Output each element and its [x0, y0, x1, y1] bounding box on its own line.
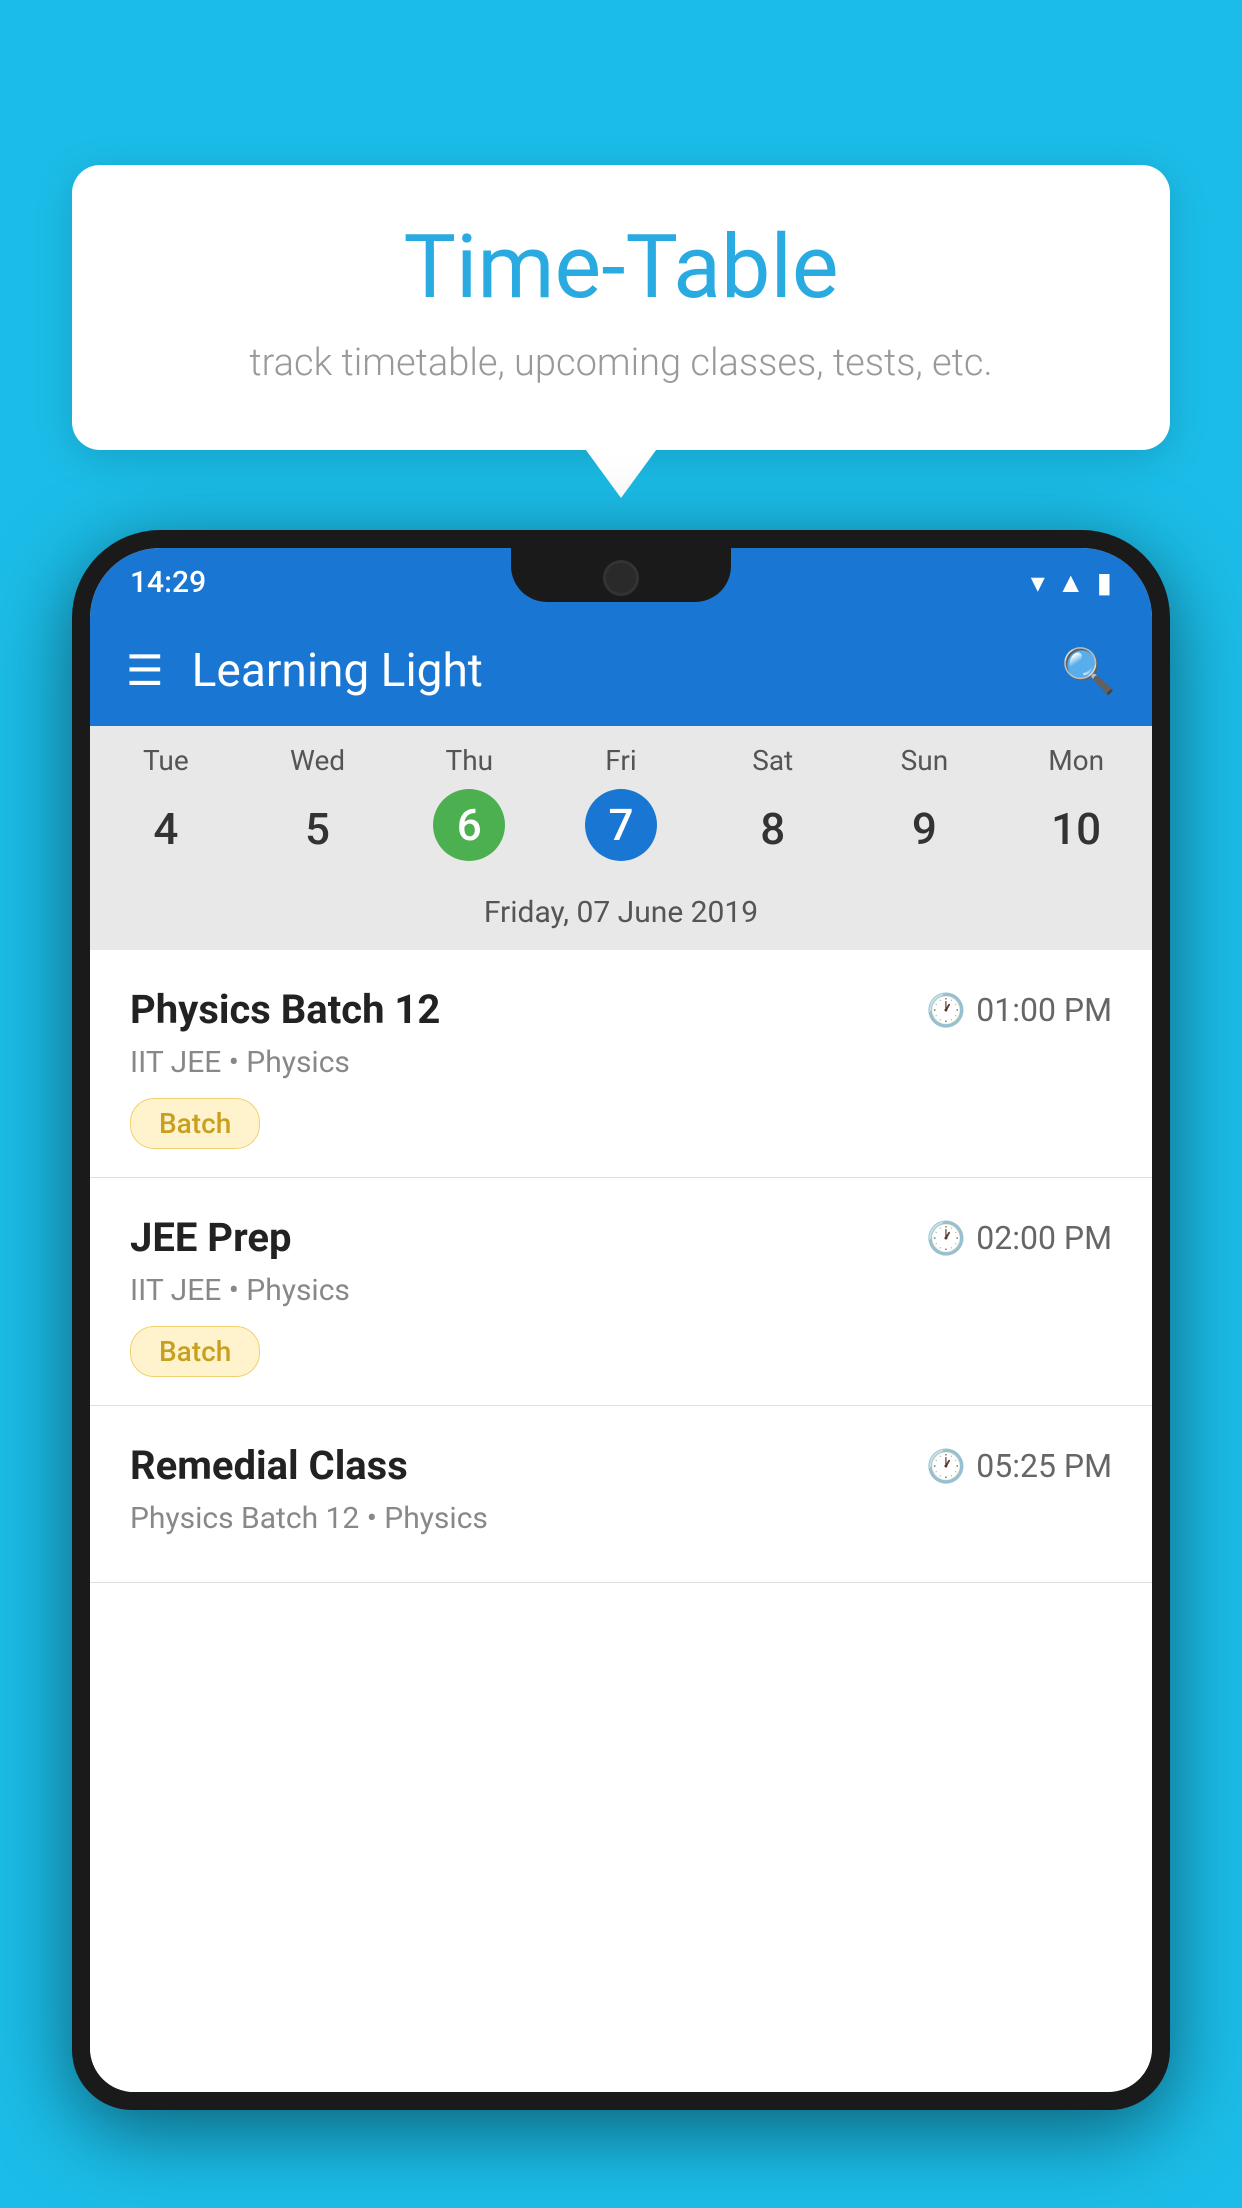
day-header-wed: Wed	[242, 744, 394, 777]
day-num-7[interactable]: 7	[585, 789, 657, 861]
app-bar: ☰ Learning Light 🔍	[90, 616, 1152, 726]
schedule-name-3: Remedial Class	[130, 1442, 408, 1489]
signal-icon: ▲	[1057, 566, 1085, 599]
schedule-time-1: 🕐 01:00 PM	[926, 991, 1112, 1029]
batch-badge-2: Batch	[130, 1326, 260, 1377]
day-header-mon: Mon	[1000, 744, 1152, 777]
tooltip-card: Time-Table track timetable, upcoming cla…	[72, 165, 1170, 450]
calendar-strip: Tue Wed Thu Fri Sat Sun Mon 4 5 6 7 8 9 …	[90, 726, 1152, 950]
clock-icon-2: 🕐	[926, 1219, 966, 1257]
schedule-name-1: Physics Batch 12	[130, 986, 440, 1033]
card-title: Time-Table	[132, 220, 1110, 317]
day-headers: Tue Wed Thu Fri Sat Sun Mon	[90, 726, 1152, 785]
schedule-item-top-1: Physics Batch 12 🕐 01:00 PM	[130, 986, 1112, 1033]
day-num-9[interactable]: 9	[849, 789, 1001, 869]
day-num-8[interactable]: 8	[697, 789, 849, 869]
schedule-item-top-2: JEE Prep 🕐 02:00 PM	[130, 1214, 1112, 1261]
status-time: 14:29	[130, 565, 206, 600]
hamburger-icon[interactable]: ☰	[126, 646, 164, 696]
battery-icon: ▮	[1097, 566, 1112, 599]
schedule-name-2: JEE Prep	[130, 1214, 291, 1261]
day-num-5[interactable]: 5	[242, 789, 394, 869]
clock-icon-1: 🕐	[926, 991, 966, 1029]
day-num-6[interactable]: 6	[433, 789, 505, 861]
phone-camera	[603, 560, 639, 596]
schedule-item-top-3: Remedial Class 🕐 05:25 PM	[130, 1442, 1112, 1489]
phone-wrapper: 14:29 ▾ ▲ ▮ ☰ Learning Light 🔍 Tue Wed T…	[72, 530, 1170, 2208]
schedule-item-2[interactable]: JEE Prep 🕐 02:00 PM IIT JEE • Physics Ba…	[90, 1178, 1152, 1406]
day-num-4[interactable]: 4	[90, 789, 242, 869]
phone-screen: 14:29 ▾ ▲ ▮ ☰ Learning Light 🔍 Tue Wed T…	[90, 548, 1152, 2092]
schedule-meta-3: Physics Batch 12 • Physics	[130, 1501, 1112, 1536]
schedule-time-2: 🕐 02:00 PM	[926, 1219, 1112, 1257]
search-icon[interactable]: 🔍	[1061, 645, 1116, 697]
schedule-time-3: 🕐 05:25 PM	[926, 1447, 1112, 1485]
day-header-fri: Fri	[545, 744, 697, 777]
schedule-meta-1: IIT JEE • Physics	[130, 1045, 1112, 1080]
day-header-sat: Sat	[697, 744, 849, 777]
schedule-item-1[interactable]: Physics Batch 12 🕐 01:00 PM IIT JEE • Ph…	[90, 950, 1152, 1178]
app-title: Learning Light	[192, 644, 1062, 698]
batch-badge-1: Batch	[130, 1098, 260, 1149]
day-header-sun: Sun	[849, 744, 1001, 777]
schedule-item-3[interactable]: Remedial Class 🕐 05:25 PM Physics Batch …	[90, 1406, 1152, 1583]
phone-outer: 14:29 ▾ ▲ ▮ ☰ Learning Light 🔍 Tue Wed T…	[72, 530, 1170, 2110]
day-numbers: 4 5 6 7 8 9 10	[90, 785, 1152, 887]
day-num-10[interactable]: 10	[1000, 789, 1152, 869]
clock-icon-3: 🕐	[926, 1447, 966, 1485]
day-header-thu: Thu	[393, 744, 545, 777]
day-header-tue: Tue	[90, 744, 242, 777]
status-icons: ▾ ▲ ▮	[1031, 566, 1112, 599]
schedule-list: Physics Batch 12 🕐 01:00 PM IIT JEE • Ph…	[90, 950, 1152, 2092]
selected-date-label: Friday, 07 June 2019	[90, 887, 1152, 950]
schedule-meta-2: IIT JEE • Physics	[130, 1273, 1112, 1308]
wifi-icon: ▾	[1031, 566, 1045, 599]
card-subtitle: track timetable, upcoming classes, tests…	[132, 341, 1110, 385]
